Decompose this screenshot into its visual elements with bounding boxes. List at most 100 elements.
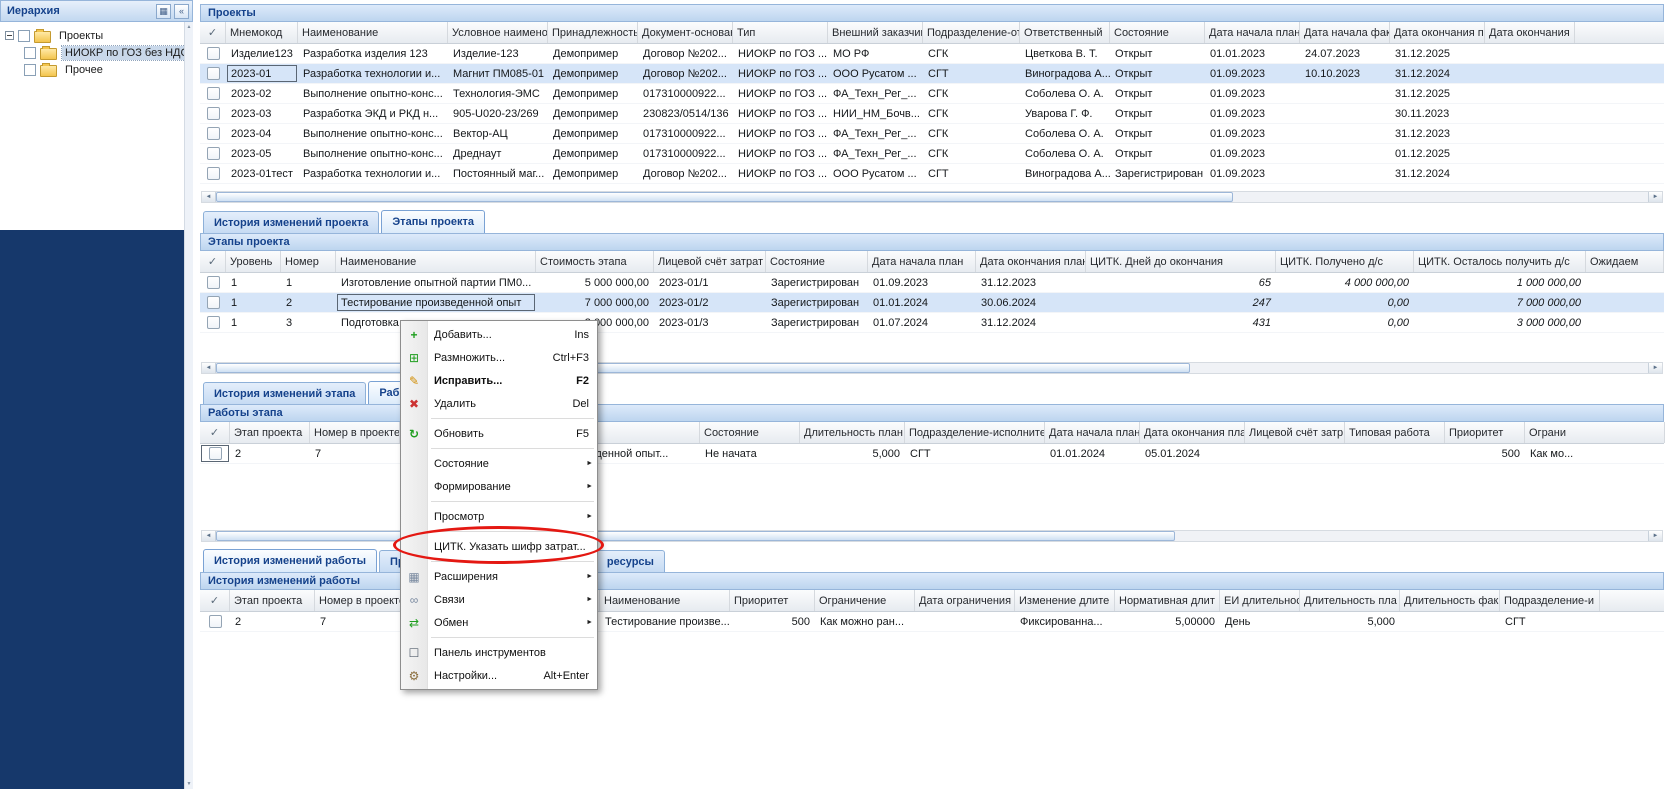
scroll-up-icon[interactable]: ▲ (185, 22, 193, 32)
column-header[interactable]: ✓ (200, 22, 226, 43)
column-header[interactable]: ЕИ длительности (1220, 590, 1300, 611)
column-header[interactable]: Тип (733, 22, 828, 43)
column-header[interactable]: Длительность фак (1400, 590, 1500, 611)
column-header[interactable]: Состояние (700, 422, 800, 443)
context-menu-item[interactable]: +Добавить...Ins (401, 323, 597, 346)
column-header[interactable]: Документ-основани (638, 22, 733, 43)
column-header[interactable]: Дата окончания план (976, 251, 1086, 272)
column-header[interactable]: Ответственный (1020, 22, 1110, 43)
column-header[interactable]: ЦИТК. Осталось получить д/с (1414, 251, 1586, 272)
column-header[interactable]: Наименование (298, 22, 448, 43)
context-menu-item[interactable]: ▦Расширения► (401, 565, 597, 588)
scroll-right-button[interactable]: ► (1648, 531, 1662, 541)
column-header[interactable]: Дата окончания п (1390, 22, 1485, 43)
row-checkbox[interactable] (209, 447, 222, 460)
context-menu-item[interactable]: Просмотр► (401, 505, 597, 528)
tree-checkbox[interactable] (18, 30, 30, 42)
column-header[interactable]: Принадлежность (548, 22, 638, 43)
tree-item-projects[interactable]: Проекты (0, 27, 184, 44)
column-header[interactable]: Уровень (226, 251, 281, 272)
column-header[interactable]: Этап проекта (230, 590, 315, 611)
grid-icon[interactable]: ▦ (156, 4, 171, 19)
scroll-left-button[interactable]: ◄ (202, 531, 216, 541)
table-row[interactable]: Изделие123Разработка изделия 123Изделие-… (200, 44, 1664, 64)
column-header[interactable]: Дата окончания план (1140, 422, 1245, 443)
column-header[interactable]: Приоритет (1445, 422, 1525, 443)
row-checkbox[interactable] (207, 67, 220, 80)
table-row[interactable]: 2023-04Выполнение опытно-конс...Вектор-А… (200, 124, 1664, 144)
table-row[interactable]: 12Тестирование произведенной опыт7 000 0… (200, 293, 1664, 313)
column-header[interactable]: Условное наименова (448, 22, 548, 43)
scroll-thumb[interactable] (216, 363, 1190, 373)
context-menu-item[interactable]: ✎Исправить...F2 (401, 369, 597, 392)
column-header[interactable]: Ограничение (815, 590, 915, 611)
column-header[interactable]: Номер (281, 251, 336, 272)
column-header[interactable]: Подразделение-и (1500, 590, 1600, 611)
h-scrollbar[interactable]: ◄► (201, 191, 1663, 203)
table-row[interactable]: 11Изготовление опытной партии ПМ0...5 00… (200, 273, 1664, 293)
context-menu-item[interactable]: ⊞Размножить...Ctrl+F3 (401, 346, 597, 369)
column-header[interactable]: Этап проекта (230, 422, 310, 443)
row-checkbox[interactable] (207, 47, 220, 60)
table-row[interactable]: 2023-05Выполнение опытно-конс...Дреднаут… (200, 144, 1664, 164)
row-checkbox[interactable] (207, 296, 220, 309)
column-header[interactable]: ЦИТК. Дней до окончания (1086, 251, 1276, 272)
tree-expander-icon[interactable] (5, 31, 14, 40)
row-checkbox[interactable] (207, 276, 220, 289)
column-header[interactable]: Изменение длите (1015, 590, 1115, 611)
column-header[interactable]: ✓ (200, 251, 226, 272)
column-header[interactable]: Длительность пла (1300, 590, 1400, 611)
tab-project-history[interactable]: История изменений проекта (203, 211, 379, 233)
scroll-thumb[interactable] (216, 531, 1175, 541)
column-header[interactable]: Наименование (600, 590, 730, 611)
column-header[interactable]: Стоимость этапа (536, 251, 654, 272)
context-menu-item[interactable]: ↻ОбновитьF5 (401, 422, 597, 445)
tree-checkbox[interactable] (24, 47, 36, 59)
row-checkbox[interactable] (207, 87, 220, 100)
row-checkbox[interactable] (207, 316, 220, 329)
context-menu-item[interactable]: ЦИТК. Указать шифр затрат... (401, 535, 597, 558)
row-checkbox[interactable] (207, 167, 220, 180)
context-menu-item[interactable]: Состояние► (401, 452, 597, 475)
scroll-left-button[interactable]: ◄ (202, 363, 216, 373)
column-header[interactable]: Дата окончания (1485, 22, 1575, 43)
column-header[interactable]: Ожидаем (1586, 251, 1664, 272)
column-header[interactable]: Состояние (1110, 22, 1205, 43)
column-header[interactable]: Приоритет (730, 590, 815, 611)
column-header[interactable]: ЦИТК. Получено д/с (1276, 251, 1414, 272)
sidebar-v-scrollbar[interactable]: ▲ ▼ (184, 22, 193, 789)
column-header[interactable]: Длительность план▼ (800, 422, 905, 443)
column-header[interactable]: Лицевой счёт затр (1245, 422, 1345, 443)
context-menu-item[interactable]: ☐Панель инструментов (401, 641, 597, 664)
column-header[interactable]: Дата начала план (868, 251, 976, 272)
column-header[interactable]: Внешний заказчик (828, 22, 923, 43)
column-header[interactable]: Лицевой счёт затрат (654, 251, 766, 272)
table-row[interactable]: 2023-02Выполнение опытно-конс...Технолог… (200, 84, 1664, 104)
column-header[interactable]: Номер в проекте (315, 590, 410, 611)
column-header[interactable]: ✓ (200, 590, 230, 611)
column-header[interactable]: Мнемокод (226, 22, 298, 43)
scroll-left-button[interactable]: ◄ (202, 192, 216, 202)
column-header[interactable]: Ограни (1525, 422, 1665, 443)
column-header[interactable]: Дата начала план. (1205, 22, 1300, 43)
tree-checkbox[interactable] (24, 64, 36, 76)
column-header[interactable]: Номер в проекте (310, 422, 400, 443)
scroll-thumb[interactable] (216, 192, 1233, 202)
tab-stage-history[interactable]: История изменений этапа (203, 382, 366, 404)
context-menu-item[interactable]: ⚙Настройки...Alt+Enter (401, 664, 597, 687)
column-header[interactable]: Наименование (336, 251, 536, 272)
tab-stages[interactable]: Этапы проекта (381, 210, 485, 233)
tab-work-history[interactable]: История изменений работы (203, 549, 377, 572)
tree-item-other[interactable]: Прочее (0, 61, 184, 78)
column-header[interactable]: ✓ (200, 422, 230, 443)
context-menu-item[interactable]: ∞Связи► (401, 588, 597, 611)
row-checkbox[interactable] (207, 127, 220, 140)
table-row[interactable]: 2023-01Разработка технологии и...Магнит … (200, 64, 1664, 84)
column-header[interactable]: Дата начала план. (1045, 422, 1140, 443)
scroll-down-icon[interactable]: ▼ (185, 779, 193, 789)
column-header[interactable]: Дата ограничения (915, 590, 1015, 611)
scroll-right-button[interactable]: ► (1648, 192, 1662, 202)
column-header[interactable]: Состояние (766, 251, 868, 272)
row-checkbox[interactable] (207, 107, 220, 120)
scroll-right-button[interactable]: ► (1648, 363, 1662, 373)
